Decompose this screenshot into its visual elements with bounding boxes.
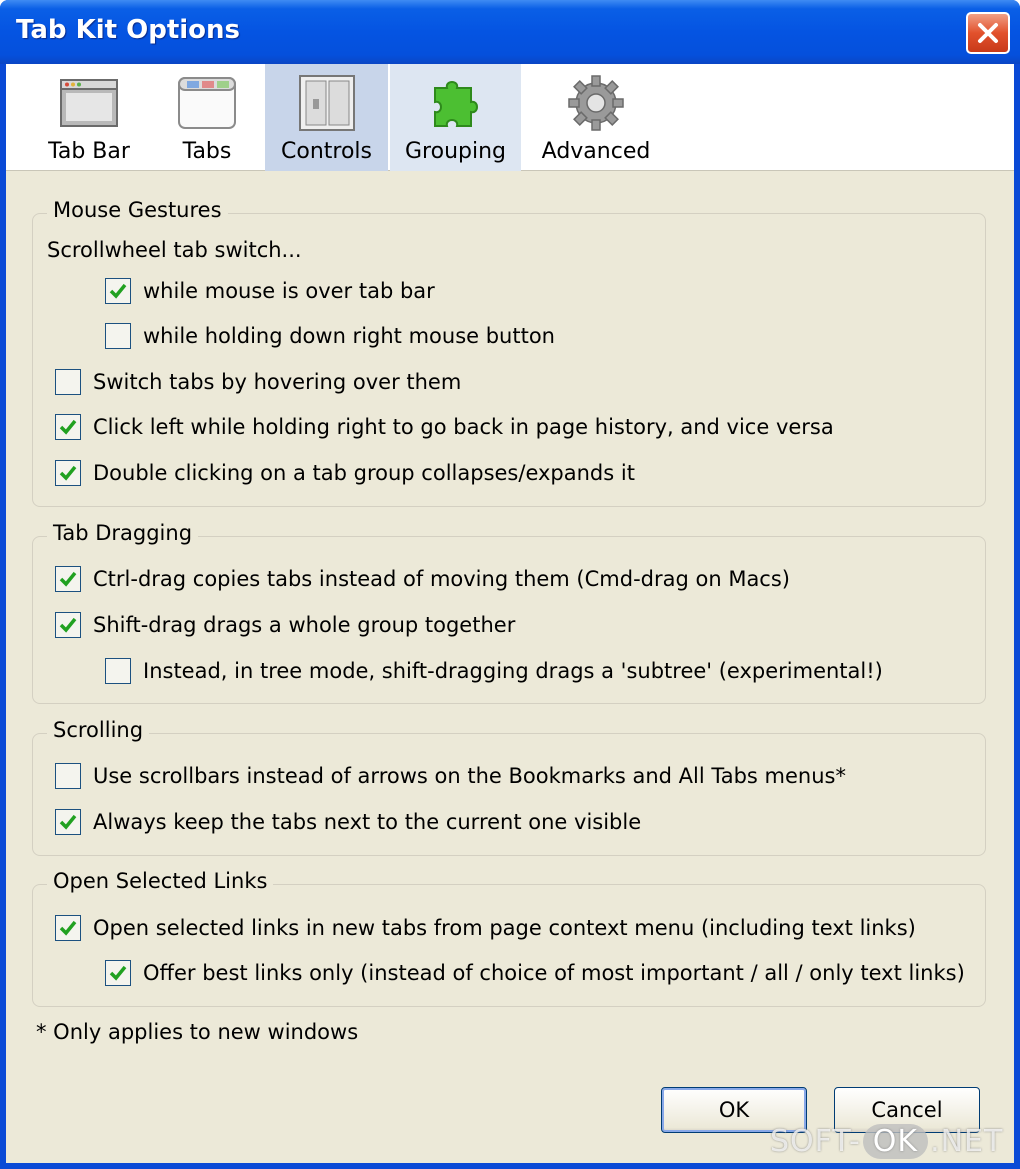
tab-dragging-group: Tab Dragging Ctrl-drag copies tabs inste… — [32, 521, 986, 704]
tab-controls[interactable]: Controls — [265, 64, 388, 171]
dialog-client: Tab Bar Tabs Controls Grouping Advanced … — [6, 64, 1014, 1163]
option-label: Click left while holding right to go bac… — [93, 415, 834, 439]
group-legend: Open Selected Links — [47, 869, 274, 893]
checkmark-icon — [109, 283, 127, 299]
watermark: SOFT- OK .NET — [770, 1124, 1003, 1159]
checkmark-icon — [59, 465, 77, 481]
puzzle-icon — [433, 81, 478, 127]
checkmark-icon — [59, 571, 77, 587]
scrollwheel-label: Scrollwheel tab switch... — [47, 238, 302, 262]
option-open-selected-links[interactable]: Open selected links in new tabs from pag… — [55, 915, 916, 941]
checkbox[interactable] — [55, 763, 81, 789]
controls-icon — [298, 75, 355, 131]
footnote: * Only applies to new windows — [36, 1020, 359, 1044]
option-keep-visible[interactable]: Always keep the tabs next to the current… — [55, 809, 641, 835]
tab-label: Controls — [281, 139, 372, 164]
option-over-tab-bar[interactable]: while mouse is over tab bar — [105, 278, 435, 304]
option-ctrl-drag[interactable]: Ctrl-drag copies tabs instead of moving … — [55, 566, 790, 592]
tab-advanced[interactable]: Advanced — [532, 64, 660, 171]
checkbox[interactable] — [55, 369, 81, 395]
checkmark-icon — [59, 419, 77, 435]
option-label: Offer best links only (instead of choice… — [143, 961, 965, 985]
preference-toolbar: Tab Bar Tabs Controls Grouping Advanced — [6, 64, 1014, 171]
checkbox[interactable] — [105, 658, 131, 684]
tab-tab-bar[interactable]: Tab Bar — [36, 64, 142, 171]
option-label: Shift-drag drags a whole group together — [93, 613, 516, 637]
option-label: Always keep the tabs next to the current… — [93, 810, 642, 834]
option-label: Switch tabs by hovering over them — [93, 370, 462, 394]
option-label: while mouse is over tab bar — [143, 279, 435, 303]
option-label: Ctrl-drag copies tabs instead of moving … — [93, 567, 790, 591]
checkbox[interactable] — [55, 414, 81, 440]
option-label: while holding down right mouse button — [143, 324, 555, 348]
close-button[interactable] — [966, 12, 1010, 54]
option-holding-right-button[interactable]: while holding down right mouse button — [105, 323, 555, 349]
option-use-scrollbars[interactable]: Use scrollbars instead of arrows on the … — [55, 763, 846, 789]
watermark-pill: OK — [862, 1124, 929, 1159]
tab-label: Advanced — [541, 139, 651, 164]
group-legend: Tab Dragging — [47, 521, 199, 545]
checkmark-icon — [59, 617, 77, 633]
watermark-right: .NET — [930, 1124, 1004, 1159]
tab-label: Tab Bar — [48, 139, 130, 164]
option-label: Double clicking on a tab group collapses… — [93, 461, 635, 485]
group-legend: Mouse Gestures — [47, 198, 228, 222]
checkbox[interactable] — [55, 915, 81, 941]
tab-tabs[interactable]: Tabs — [154, 64, 260, 171]
option-best-links-only[interactable]: Offer best links only (instead of choice… — [105, 960, 965, 986]
checkbox[interactable] — [55, 566, 81, 592]
checkbox[interactable] — [105, 960, 131, 986]
tab-label: Tabs — [182, 139, 232, 164]
checkmark-icon — [59, 920, 77, 936]
title-bar[interactable]: Tab Kit Options — [0, 0, 1020, 64]
option-label: Use scrollbars instead of arrows on the … — [93, 764, 846, 788]
checkbox[interactable] — [55, 460, 81, 486]
option-double-click-collapse[interactable]: Double clicking on a tab group collapses… — [55, 460, 635, 486]
option-rocker-gesture[interactable]: Click left while holding right to go bac… — [55, 414, 834, 440]
dialog-window: Tab Kit Options Tab Bar Tabs Controls Gr… — [0, 0, 1020, 1169]
close-icon — [978, 23, 998, 43]
checkbox[interactable] — [105, 278, 131, 304]
option-hover-switch[interactable]: Switch tabs by hovering over them — [55, 369, 461, 395]
option-subtree-drag[interactable]: Instead, in tree mode, shift-dragging dr… — [105, 658, 883, 684]
checkbox[interactable] — [105, 323, 131, 349]
tab-bar-icon — [60, 79, 118, 127]
mouse-gestures-group: Mouse Gestures Scrollwheel tab switch...… — [32, 198, 986, 507]
tab-grouping[interactable]: Grouping — [390, 64, 521, 171]
option-label: Open selected links in new tabs from pag… — [93, 916, 916, 940]
group-legend: Scrolling — [47, 718, 150, 742]
option-shift-drag[interactable]: Shift-drag drags a whole group together — [55, 612, 515, 638]
scrolling-group: Scrolling Use scrollbars instead of arro… — [32, 718, 986, 856]
tab-label: Grouping — [405, 139, 506, 164]
open-selected-links-group: Open Selected Links Open selected links … — [32, 869, 986, 1007]
option-label: Instead, in tree mode, shift-dragging dr… — [143, 659, 883, 683]
checkmark-icon — [109, 965, 127, 981]
checkbox[interactable] — [55, 612, 81, 638]
window-title: Tab Kit Options — [16, 15, 241, 45]
gear-icon — [568, 75, 624, 131]
watermark-left: SOFT- — [770, 1124, 861, 1159]
checkbox[interactable] — [55, 809, 81, 835]
checkmark-icon — [59, 814, 77, 830]
tabs-icon — [178, 77, 236, 129]
